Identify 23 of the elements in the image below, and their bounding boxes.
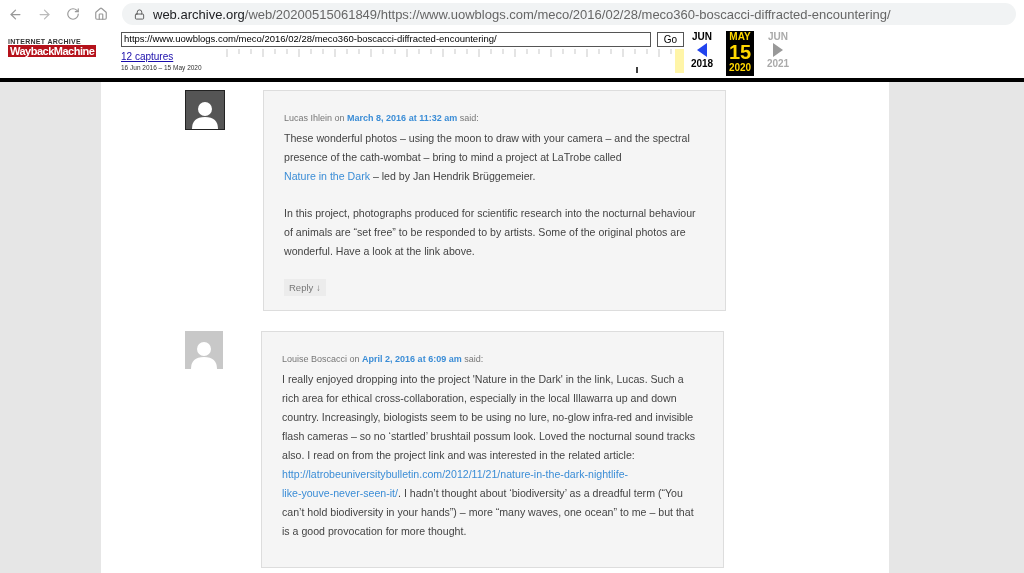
lock-icon	[134, 8, 145, 20]
next-arrow-icon	[772, 42, 784, 58]
address-bar[interactable]: web.archive.org/web/20200515061849/https://www.uowblogs.com/meco/2016/02/28/meco360-boscacci-diffracted-encountering/	[122, 3, 1016, 25]
reload-icon[interactable]	[66, 7, 80, 21]
go-button[interactable]: Go	[656, 32, 684, 47]
forward-icon[interactable]	[37, 6, 52, 22]
previous-arrow-icon[interactable]	[696, 42, 708, 58]
avatar	[185, 90, 225, 130]
avatar	[185, 331, 223, 369]
comment-meta: Lucas Ihlein on March 8, 2016 at 11:32 am said:	[284, 113, 480, 123]
captures-link[interactable]: 12 captures	[121, 51, 219, 62]
calendar-day[interactable]: MAY 15 2020	[726, 31, 754, 76]
reply-button[interactable]: Reply ↓	[284, 279, 326, 296]
home-icon[interactable]	[94, 7, 108, 21]
calendar-day[interactable]: JUN 2018	[688, 31, 716, 76]
address-url: web.archive.org/web/20200515061849/https://www.uowblogs.com/meco/2016/02/28/meco360-boscacci-diffracted-encountering/	[153, 6, 891, 22]
comment-paragraph: These wonderful photos – using the moon to draw with your camera – and the spectral presence of the cath-wombat – bring to mind a project at LaTrobe called Nature in the Dark – led by Jan Hendrik Brüggemeier.	[284, 131, 691, 184]
comment-paragraph: I really enjoyed dropping into the project 'Nature in the Dark' in the link, Lucas. Such a rich area for ethical cross-collaboration, especially in the local Illawarra up and down country. Increasingly, biologists seem to be using no lure, no-glow infra-red and invisible flash cameras – so no ‘startled’ brushtail possum look. Loved the nocturnal sound tracks also. I read on from the project link and was interested in the related article: http://latrobeuniversitybulletin.com/2012/11/21/nature-in-the-dark-nightlife- like-youve-never-seen-it/. I hadn’t thought about ‘biodiversity’ as a dreadful term (“You can’t hold biodiversity in your hands”) – more “many waves, one ocean” to me – but that is a good provocation for more thought.	[282, 372, 696, 539]
back-icon[interactable]	[8, 6, 23, 22]
calendar-day: JUN 2021	[764, 31, 792, 76]
url-field[interactable]: https://www.uowblogs.com/meco/2016/02/28/meco360-boscacci-diffracted-encountering/	[121, 32, 651, 47]
comment-meta: Louise Boscacci on April 2, 2016 at 6:09 am said:	[282, 354, 485, 364]
comment-paragraph: In this project, photographs produced for scientific research into the nocturnal behaviour of animals are “set free” to be responded to by artists. Some of the original photos are wonderful. Have a look at the link above.	[284, 206, 697, 259]
